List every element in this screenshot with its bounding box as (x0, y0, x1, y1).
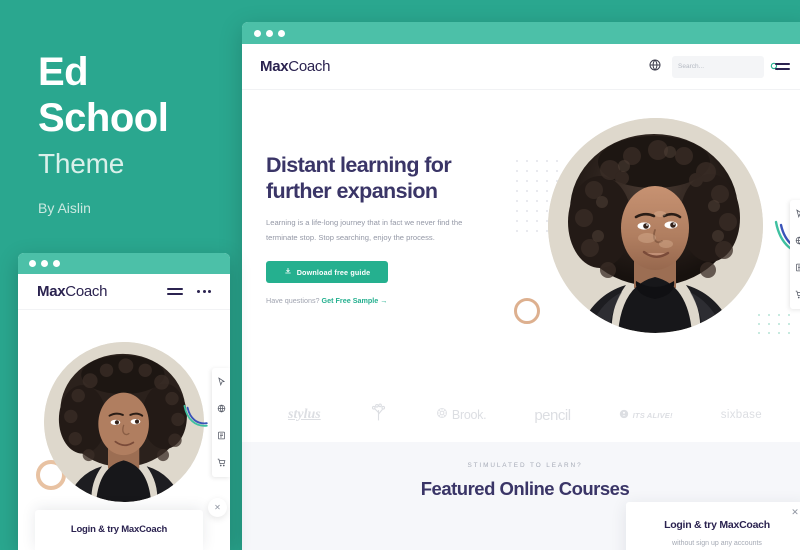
kebab-menu-icon[interactable] (197, 290, 211, 293)
tree-icon (369, 403, 388, 427)
globe-icon[interactable] (649, 58, 661, 76)
mobile-window-titlebar (18, 253, 230, 274)
mobile-portrait-image (44, 342, 204, 502)
featured-eyebrow: STIMULATED TO LEARN? (467, 462, 583, 469)
featured-heading: Featured Online Courses (420, 478, 630, 499)
client-logo-stylus: stylus (288, 407, 321, 422)
client-logo-its-alive: ITS ALIVE! (619, 406, 673, 424)
download-free-guide-label: Download free guide (296, 267, 371, 277)
side-toolbar (790, 200, 800, 309)
window-dot-minimize[interactable] (266, 29, 273, 37)
window-dot-close[interactable] (29, 260, 36, 267)
window-dot-close[interactable] (254, 29, 261, 37)
hero-note-prefix: Have questions? (266, 296, 320, 306)
mobile-logo-light-part: Coach (65, 283, 108, 300)
site-header: MaxCoach (242, 44, 800, 90)
hero-paragraph: Learning is a life-long journey that in … (266, 218, 463, 243)
mobile-header-actions (167, 287, 211, 296)
promo-author: By Aislin (38, 200, 91, 216)
promo-title-line1: Ed (38, 50, 89, 94)
search-box[interactable] (672, 55, 779, 78)
search-input[interactable] (678, 63, 766, 70)
download-icon (284, 267, 292, 277)
flower-icon (436, 406, 448, 424)
client-logo-pencil: pencil (534, 406, 571, 424)
hero-visual (506, 98, 800, 388)
cart-icon[interactable] (795, 286, 800, 304)
hero-heading: Distant learning for further expansion (266, 153, 452, 203)
client-logo-its-alive-label: ITS ALIVE! (632, 410, 673, 420)
cursor-pen-icon[interactable] (795, 205, 800, 223)
cart-icon[interactable] (217, 454, 226, 472)
site-logo[interactable]: MaxCoach (260, 58, 330, 75)
circle-face-icon (619, 406, 629, 424)
promo-title: Ed School (38, 52, 250, 138)
desktop-browser-window: MaxCoach Distant learning for further ex (242, 22, 800, 550)
close-icon[interactable]: ✕ (208, 498, 227, 517)
promo-title-line2: School (38, 96, 169, 140)
mobile-logo-bold-part: Max (37, 283, 66, 300)
mobile-browser-window: MaxCoach ✕ Login & try MaxCoach (18, 253, 230, 550)
document-icon[interactable] (217, 427, 226, 445)
header-actions (649, 55, 790, 78)
get-free-sample-link[interactable]: Get Free Sample → (322, 296, 388, 305)
mobile-hero-section: ✕ Login & try MaxCoach (18, 310, 230, 550)
hamburger-menu-icon[interactable] (775, 63, 790, 70)
mobile-site-header: MaxCoach (18, 274, 230, 310)
window-dot-maximize[interactable] (278, 29, 285, 37)
hero-copy: Distant learning for further expansion L… (266, 152, 481, 305)
mobile-decorative-arcs (183, 404, 208, 427)
client-logo-brook-label: Brook. (451, 408, 487, 422)
mobile-login-popup-card: ✕ Login & try MaxCoach (35, 498, 227, 550)
window-dot-minimize[interactable] (41, 260, 48, 267)
decorative-ring (514, 298, 540, 324)
hero-note: Have questions? Get Free Sample → (266, 296, 481, 305)
login-popup-card: ✕ Login & try MaxCoach without sign up a… (626, 502, 800, 550)
client-logo-brook: Brook. (436, 406, 487, 424)
popup-subtitle: without sign up any accounts (672, 540, 762, 547)
hero-section: Distant learning for further expansion L… (242, 90, 800, 388)
mobile-side-toolbar (212, 368, 230, 477)
logo-light-part: Coach (288, 58, 331, 75)
logo-bold-part: Max (260, 58, 289, 75)
client-logo-sixbase: sixbase (720, 409, 762, 421)
client-logo-tree (369, 403, 388, 427)
hero-portrait-image (548, 118, 763, 333)
mobile-site-logo[interactable]: MaxCoach (37, 283, 107, 300)
window-dot-maximize[interactable] (53, 260, 60, 267)
promo-subtitle: Theme (38, 148, 125, 179)
document-icon[interactable] (795, 259, 800, 277)
popup-title: Login & try MaxCoach (664, 519, 770, 531)
close-icon[interactable]: ✕ (789, 506, 800, 518)
desktop-window-titlebar (242, 22, 800, 44)
download-free-guide-button[interactable]: Download free guide (266, 261, 388, 284)
mobile-popup-title: Login & try MaxCoach (70, 524, 168, 535)
globe-icon[interactable] (217, 400, 226, 418)
featured-courses-section: STIMULATED TO LEARN? Featured Online Cou… (242, 442, 800, 550)
hamburger-menu-icon[interactable] (167, 287, 183, 296)
client-logos-row: stylus Brook. pencil ITS ALIVE! sixbase (242, 388, 800, 442)
globe-icon[interactable] (795, 232, 800, 250)
cursor-pen-icon[interactable] (217, 373, 226, 391)
